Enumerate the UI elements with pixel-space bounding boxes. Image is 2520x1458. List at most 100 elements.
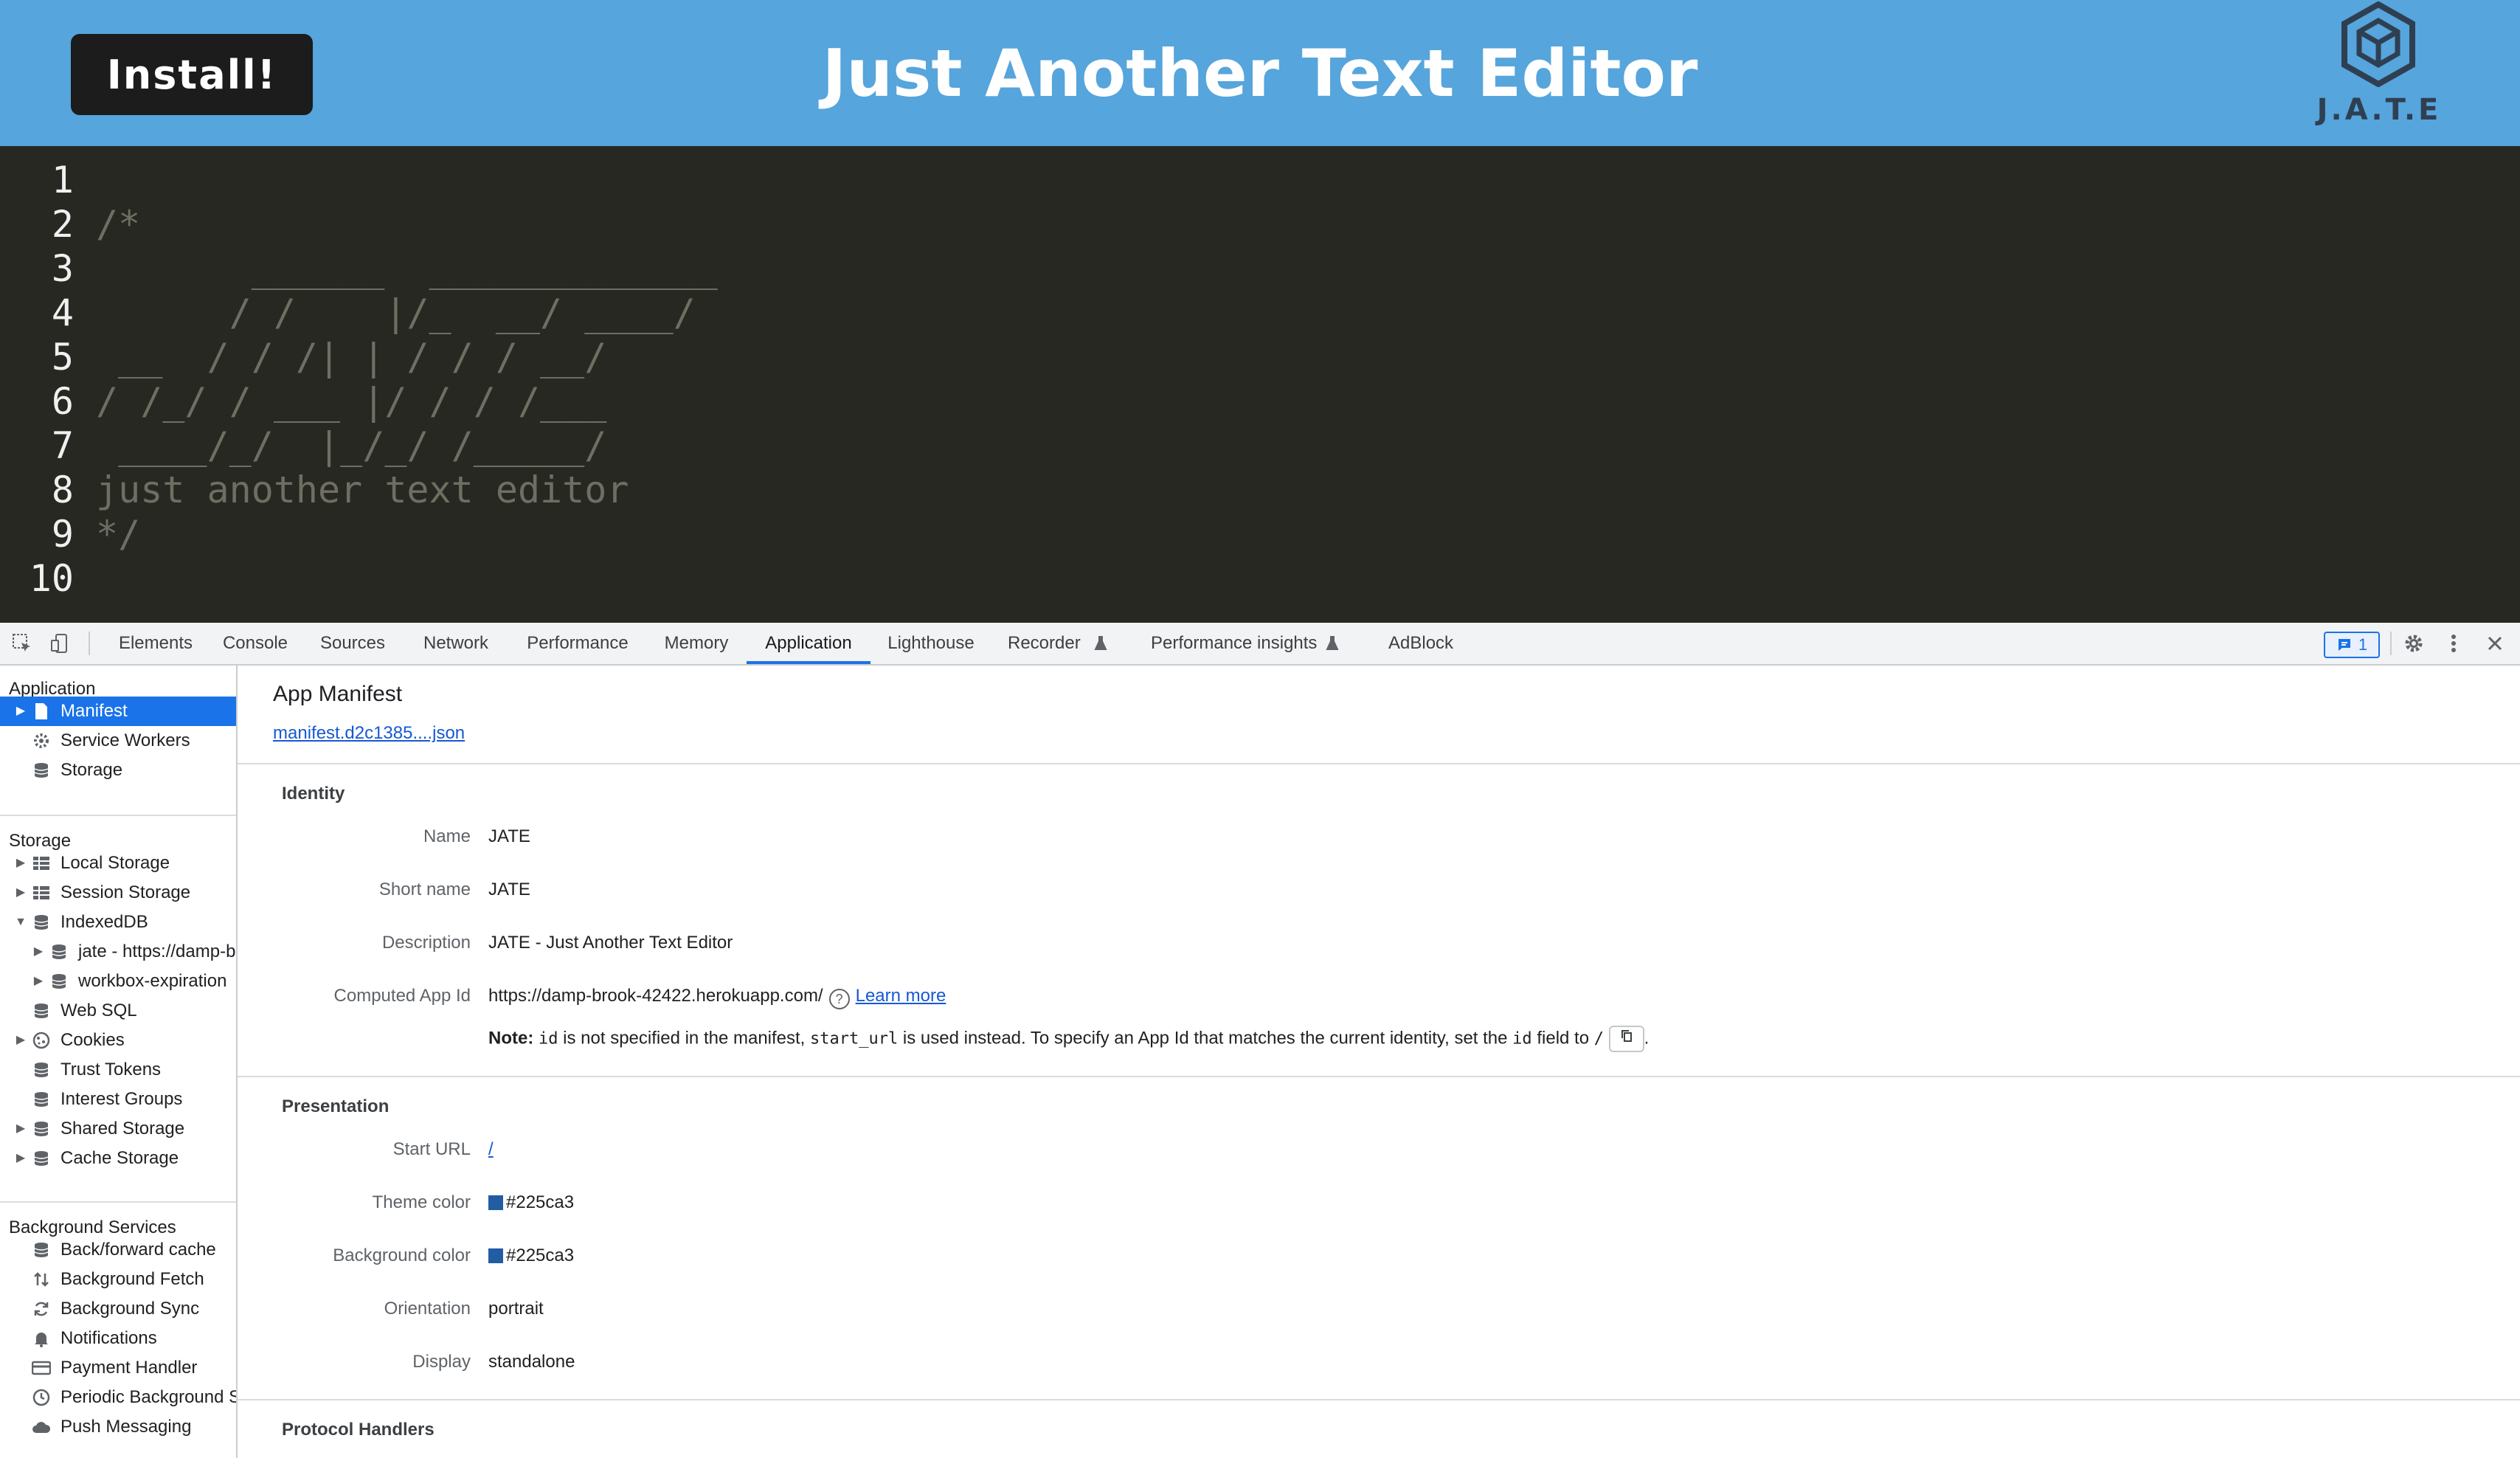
field-value-display: standalone — [488, 1352, 575, 1372]
sidebar-item-manifest[interactable]: ▶ Manifest — [0, 697, 236, 726]
tab-adblock[interactable]: AdBlock — [1388, 623, 1462, 664]
tab-console[interactable]: Console — [218, 623, 292, 664]
start-url-link[interactable]: / — [488, 1139, 494, 1159]
sidebar-item-label: Notifications — [60, 1328, 157, 1348]
sidebar-item-indexeddb-workbox[interactable]: ▶ workbox-expiration — [0, 967, 236, 996]
field-label-display: Display — [412, 1352, 471, 1372]
sidebar-item-label: Shared Storage — [60, 1119, 185, 1139]
line-text[interactable]: __ / / /| | / / / __/ — [96, 335, 606, 379]
code-editor[interactable]: 1 2 /* 3 ______ _____________ 4 / / |/_ _… — [0, 146, 2520, 623]
tab-lighthouse[interactable]: Lighthouse — [882, 623, 980, 664]
learn-more-link[interactable]: Learn more — [856, 986, 946, 1006]
sidebar-item-notifications[interactable]: Notifications — [0, 1324, 236, 1353]
line-text[interactable]: /* — [96, 202, 140, 246]
expand-arrow-icon[interactable]: ▶ — [13, 849, 28, 878]
sidebar-item-background-fetch[interactable]: Background Fetch — [0, 1265, 236, 1294]
more-options-icon[interactable] — [2440, 630, 2467, 657]
sidebar-item-trust-tokens[interactable]: Trust Tokens — [0, 1055, 236, 1085]
expand-arrow-icon[interactable]: ▶ — [13, 697, 28, 726]
sidebar-item-cookies[interactable]: ▶ Cookies — [0, 1026, 236, 1055]
line-number: 2 — [51, 203, 74, 246]
tab-application[interactable]: Application — [747, 623, 870, 664]
editor-line[interactable]: 3 ______ _____________ — [0, 246, 2520, 291]
line-text[interactable]: ______ _____________ — [96, 246, 718, 291]
editor-line[interactable]: 7 ____/_/ |_/_/ /_____/ — [0, 424, 2520, 468]
help-icon[interactable]: ? — [828, 989, 850, 1009]
section-title-identity: Identity — [282, 784, 345, 804]
collapse-arrow-icon[interactable]: ▼ — [13, 908, 28, 937]
app-header: Install! Just Another Text Editor J.A.T.… — [0, 0, 2520, 146]
sidebar-item-interest-groups[interactable]: Interest Groups — [0, 1085, 236, 1114]
sidebar-item-label: Trust Tokens — [60, 1060, 162, 1079]
editor-line[interactable]: 2 /* — [0, 202, 2520, 246]
line-text[interactable]: */ — [96, 512, 140, 556]
editor-line[interactable]: 10 — [0, 556, 2520, 601]
field-label-description: Description — [381, 933, 471, 953]
expand-arrow-icon[interactable]: ▶ — [13, 1114, 28, 1144]
tab-performance[interactable]: Performance — [522, 623, 633, 664]
sync-icon — [31, 1299, 52, 1319]
copy-button[interactable] — [1608, 1026, 1644, 1052]
tab-sources[interactable]: Sources — [316, 623, 390, 664]
expand-arrow-icon[interactable]: ▶ — [13, 1144, 28, 1173]
sidebar-item-service-workers[interactable]: Service Workers — [0, 726, 236, 756]
editor-line[interactable]: 6 / /_/ / ___ |/ / / /___ — [0, 379, 2520, 424]
expand-arrow-icon[interactable]: ▶ — [31, 967, 46, 996]
editor-line[interactable]: 8 just another text editor — [0, 468, 2520, 512]
editor-line[interactable]: 4 / / |/_ __/ ____/ — [0, 291, 2520, 335]
sidebar-item-local-storage[interactable]: ▶ Local Storage — [0, 849, 236, 878]
sidebar-item-payment-handler[interactable]: Payment Handler — [0, 1353, 236, 1383]
line-text[interactable]: ____/_/ |_/_/ /_____/ — [96, 424, 606, 468]
inspect-element-icon[interactable] — [9, 630, 35, 657]
editor-line[interactable]: 1 — [0, 158, 2520, 202]
tab-network[interactable]: Network — [418, 623, 494, 664]
sidebar-item-shared-storage[interactable]: ▶ Shared Storage — [0, 1114, 236, 1144]
sidebar-item-cache-storage[interactable]: ▶ Cache Storage — [0, 1144, 236, 1173]
field-label-background-color: Background color — [333, 1245, 471, 1265]
field-value-theme-color: #225ca3 — [488, 1192, 574, 1213]
sidebar-item-web-sql[interactable]: Web SQL — [0, 996, 236, 1026]
flask-icon — [1319, 630, 1346, 657]
expand-arrow-icon[interactable]: ▶ — [13, 1026, 28, 1055]
tab-elements[interactable]: Elements — [115, 623, 196, 664]
sidebar-item-storage[interactable]: Storage — [0, 756, 236, 785]
toolbar-separator — [89, 632, 90, 655]
gear-icon[interactable] — [2400, 630, 2427, 657]
close-icon[interactable] — [2482, 630, 2508, 657]
app-id-note: Note: id is not specified in the manifes… — [488, 1026, 1649, 1052]
database-icon — [31, 1119, 52, 1139]
database-icon — [31, 760, 52, 781]
expand-arrow-icon[interactable]: ▶ — [13, 878, 28, 908]
sidebar-item-push-messaging[interactable]: Push Messaging — [0, 1412, 236, 1442]
sidebar-item-indexeddb[interactable]: ▼ IndexedDB — [0, 908, 236, 937]
sidebar-item-session-storage[interactable]: ▶ Session Storage — [0, 878, 236, 908]
line-number: 3 — [51, 247, 74, 290]
manifest-file-link[interactable]: manifest.d2c1385....json — [273, 723, 465, 744]
tab-recorder[interactable]: Recorder — [1008, 623, 1081, 664]
line-text[interactable]: just another text editor — [96, 468, 629, 512]
background-color-value: #225ca3 — [506, 1245, 575, 1265]
sidebar-item-back-forward-cache[interactable]: Back/forward cache — [0, 1235, 236, 1265]
sidebar-item-indexeddb-jate[interactable]: ▶ jate - https://damp-b — [0, 937, 236, 967]
expand-arrow-icon[interactable]: ▶ — [31, 937, 46, 967]
line-text[interactable]: / / |/_ __/ ____/ — [96, 291, 696, 335]
sidebar-item-label: Manifest — [60, 701, 128, 721]
tab-memory[interactable]: Memory — [660, 623, 733, 664]
device-toolbar-icon[interactable] — [47, 630, 74, 657]
tab-performance-insights[interactable]: Performance insights — [1151, 623, 1325, 664]
field-label-short-name: Short name — [378, 880, 471, 899]
sidebar-item-label: Interest Groups — [60, 1089, 183, 1109]
issues-badge[interactable]: 1 — [2324, 632, 2380, 658]
color-swatch[interactable] — [488, 1248, 503, 1263]
editor-line[interactable]: 5 __ / / /| | / / / __/ — [0, 335, 2520, 379]
database-icon — [31, 1148, 52, 1169]
up-down-arrows-icon — [31, 1269, 52, 1290]
sidebar-item-periodic-background-sync[interactable]: Periodic Background S — [0, 1383, 236, 1412]
editor-line[interactable]: 9 */ — [0, 512, 2520, 556]
note-label: Note: — [488, 1028, 534, 1048]
line-text[interactable]: / /_/ / ___ |/ / / /___ — [96, 379, 606, 424]
color-swatch[interactable] — [488, 1195, 503, 1210]
sidebar-item-background-sync[interactable]: Background Sync — [0, 1294, 236, 1324]
note-text: is not specified in the manifest, — [563, 1028, 806, 1048]
sidebar-item-label: workbox-expiration — [78, 971, 227, 991]
